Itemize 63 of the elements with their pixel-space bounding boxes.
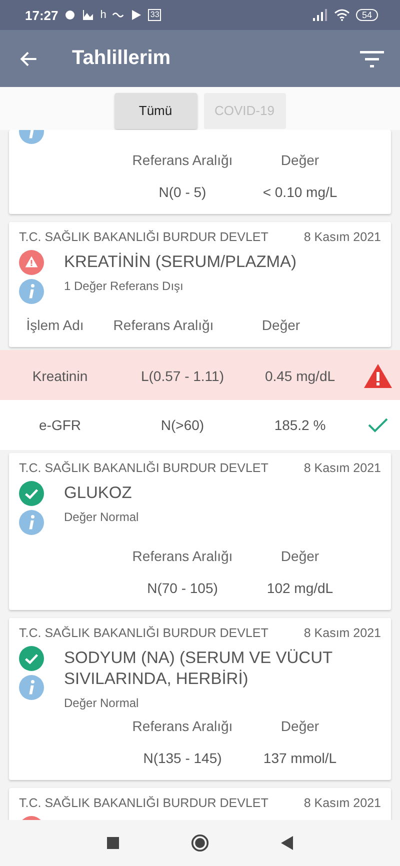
test-title: GLUKOZ <box>64 483 133 504</box>
result-summary: 1 Değer Referans Dışı <box>64 279 184 293</box>
square-icon <box>107 837 119 849</box>
table-cell-text: < 0.10 mg/L <box>262 184 338 200</box>
check-icon <box>368 417 388 433</box>
column-header: Değer <box>280 718 320 734</box>
table-cell-text: L(0.57 - 1.11) <box>140 368 225 384</box>
column-header: Referans Aralığı <box>131 718 234 734</box>
signal-icon <box>312 9 328 21</box>
clock: 17:27 <box>25 8 58 22</box>
calendar-badge: 33 <box>148 9 162 21</box>
test-title: KREATİNİN (SERUM/PLAZMA) <box>64 252 298 273</box>
home-icon <box>191 834 209 852</box>
home-button[interactable] <box>191 834 209 852</box>
hospital-name: T.C. SAĞLIK BAKANLIĞI BURDUR DEVLET <box>19 796 268 810</box>
chat-icon <box>64 9 76 21</box>
table-cell-text: e-GFR <box>38 417 82 433</box>
result-card[interactable]: T.C. SAĞLIK BAKANLIĞI BURDUR DEVLET 8 Kasım 2021 <box>9 788 391 820</box>
column-header: Referans Aralığı <box>131 152 234 168</box>
result-card[interactable]: T.C. SAĞLIK BAKANLIĞI BURDUR DEVLET 8 Kasım 2021 KREATİNİN (SERUM/PLAZMA) 1 Değer Referans Dışı İşlem Adı Referans Aralığı Değer <box>9 222 391 347</box>
result-date: 8 Kasım 2021 <box>304 626 381 640</box>
warning-icon <box>362 363 392 389</box>
battery-level: 54 <box>356 9 378 21</box>
result-summary: Değer Normal <box>64 510 140 524</box>
hospital-name: T.C. SAĞLIK BAKANLIĞI BURDUR DEVLET <box>19 461 268 475</box>
table-cell-text: N(>60) <box>160 417 206 433</box>
table-cell-text: N(135 - 145) <box>142 750 223 766</box>
hospital-name: T.C. SAĞLIK BAKANLIĞI BURDUR DEVLET <box>19 230 268 244</box>
test-title: SODYUM (NA) (SERUM VE VÜCUT SIVILARINDA, HERBİRİ) <box>64 648 334 690</box>
table-cell-text: 137 mmol/L <box>262 750 338 766</box>
result-date: 8 Kasım 2021 <box>304 796 381 810</box>
info-icon <box>19 510 44 535</box>
info-icon <box>19 675 44 700</box>
triangle-back-icon <box>281 836 293 850</box>
hospital-name: T.C. SAĞLIK BAKANLIĞI BURDUR DEVLET <box>19 626 268 640</box>
info-icon <box>19 279 44 304</box>
filter-icon <box>360 48 384 68</box>
column-header: Değer <box>280 152 320 168</box>
column-header: Referans Aralığı <box>131 548 234 564</box>
table-cell-text: 102 mg/dL <box>266 580 334 596</box>
screen-title: Tahlillerim <box>72 47 172 70</box>
column-header: Değer <box>280 548 320 564</box>
column-header: İşlem Adı <box>25 317 85 333</box>
result-card[interactable]: T.C. SAĞLIK BAKANLIĞI BURDUR DEVLET 8 Kasım 2021 SODYUM (NA) (SERUM VE VÜCUT SIVILARINDA, HERBİRİ) Değer Normal Referans Aralığı Değer N(135 - 145) 137 mmol/L <box>9 618 391 780</box>
result-date: 8 Kasım 2021 <box>304 230 381 244</box>
image-icon <box>82 9 94 21</box>
table-cell-text: 185.2 % <box>273 417 327 433</box>
column-header: Referans Aralığı <box>112 317 215 333</box>
back-nav-button[interactable] <box>281 836 293 850</box>
table-cell-text: N(0 - 5) <box>158 184 208 200</box>
result-summary: Değer Normal <box>64 696 140 710</box>
result-card[interactable]: T.C. SAĞLIK BAKANLIĞI BURDUR DEVLET 8 Kasım 2021 GLUKOZ Değer Normal Referans Aralığı Değer N(70 - 105) 102 mg/dL <box>9 453 391 610</box>
notification-letter: h <box>100 9 106 21</box>
play-icon <box>130 9 142 21</box>
result-date: 8 Kasım 2021 <box>304 461 381 475</box>
table-cell-text: Kreatinin <box>31 368 89 384</box>
filter-button[interactable] <box>360 48 384 68</box>
table-cell-text: 0.45 mg/dL <box>264 368 336 384</box>
filter-tab[interactable]: Tümü <box>114 92 196 128</box>
column-header: Değer <box>260 317 302 333</box>
wifi-icon <box>334 9 350 21</box>
result-card[interactable]: Referans Aralığı Değer N(0 - 5) < 0.10 mg/L <box>9 130 391 214</box>
table-cell-text: N(70 - 105) <box>146 580 219 596</box>
